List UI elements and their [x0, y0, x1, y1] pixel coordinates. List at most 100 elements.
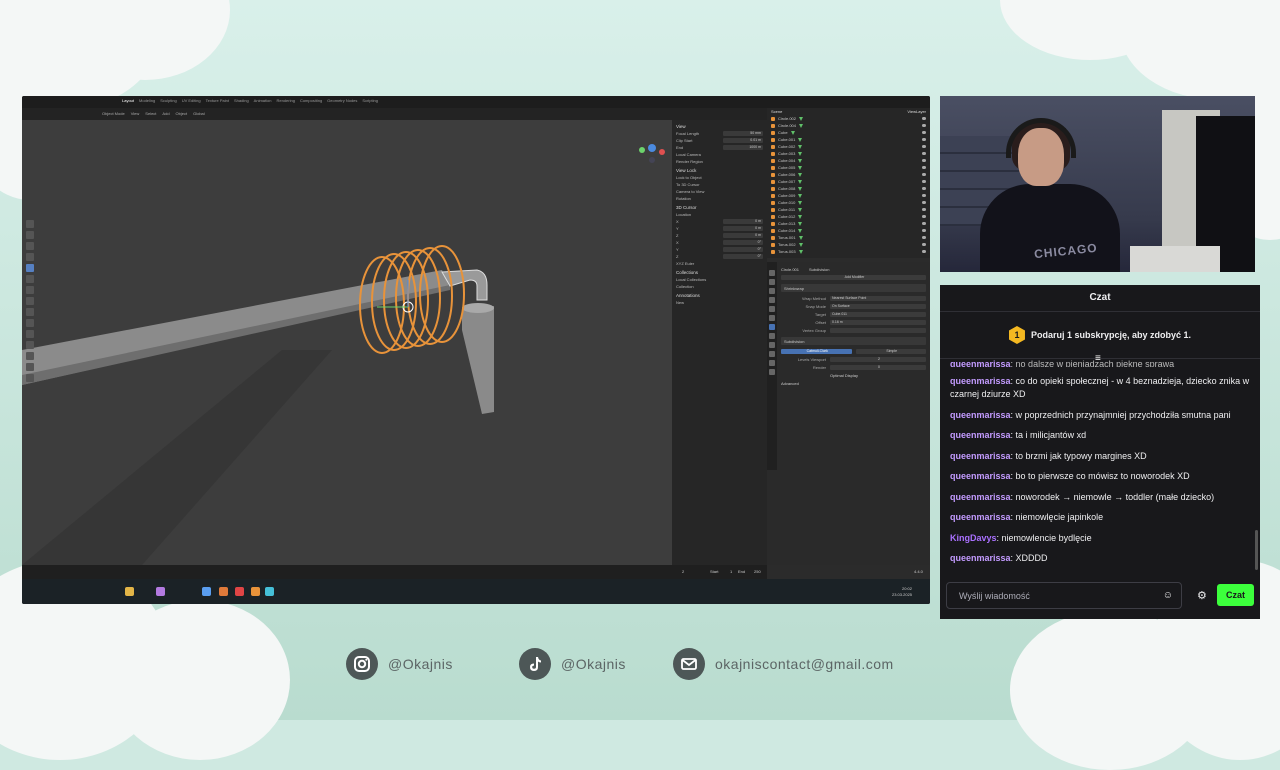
constraints-props-icon[interactable]: [769, 351, 775, 357]
add-menu[interactable]: Add: [162, 111, 169, 116]
chat-scrollbar[interactable]: [1255, 530, 1258, 570]
clip-start-row[interactable]: Clip Start 0.01 m: [676, 137, 763, 143]
outliner-item[interactable]: Cube.005: [771, 164, 926, 171]
material-props-icon[interactable]: [769, 369, 775, 375]
physics-props-icon[interactable]: [769, 342, 775, 348]
visibility-icon[interactable]: [922, 159, 926, 162]
extrude-tool-icon[interactable]: [26, 308, 34, 316]
visibility-icon[interactable]: [922, 173, 926, 176]
outliner-item[interactable]: Cube.012: [771, 213, 926, 220]
start-frame-value[interactable]: 1: [730, 569, 732, 574]
tab-modeling[interactable]: Modeling: [139, 98, 155, 103]
current-frame[interactable]: 2: [682, 569, 684, 574]
tab-scripting[interactable]: Scripting: [362, 98, 378, 103]
tab-sculpting[interactable]: Sculpting: [160, 98, 176, 103]
bevel-tool-icon[interactable]: [26, 330, 34, 338]
local-collections-checkbox[interactable]: Local Collections: [676, 276, 763, 282]
measure-tool-icon[interactable]: [26, 297, 34, 305]
outliner-item[interactable]: Cube.014: [771, 227, 926, 234]
outliner-item[interactable]: Torus.001: [771, 234, 926, 241]
visibility-icon[interactable]: [922, 131, 926, 134]
tab-layout[interactable]: Layout: [122, 98, 134, 103]
annotate-tool-icon[interactable]: [26, 286, 34, 294]
outliner-item[interactable]: Torus.003: [771, 248, 926, 255]
chat-username[interactable]: queenmarissa: [950, 451, 1011, 461]
outliner-item[interactable]: Cube.010: [771, 199, 926, 206]
spin-tool-icon[interactable]: [26, 363, 34, 371]
lock-rotation-checkbox[interactable]: Rotation: [676, 195, 763, 201]
emoji-icon[interactable]: ☺: [1163, 590, 1173, 601]
outliner-item[interactable]: Cube.004: [771, 157, 926, 164]
object-props-icon[interactable]: [769, 315, 775, 321]
offset-row[interactable]: Offset 0.16 m: [781, 319, 926, 326]
app-icon[interactable]: [235, 587, 244, 596]
chat-username[interactable]: queenmarissa: [950, 376, 1011, 386]
transform-tool-icon[interactable]: [26, 275, 34, 283]
chat-username[interactable]: queenmarissa: [950, 410, 1011, 420]
visibility-icon[interactable]: [922, 229, 926, 232]
visibility-icon[interactable]: [922, 250, 926, 253]
tab-texture-paint[interactable]: Texture Paint: [206, 98, 229, 103]
modifier-props-icon[interactable]: [769, 324, 775, 330]
visibility-icon[interactable]: [922, 215, 926, 218]
move-tool-icon[interactable]: [26, 242, 34, 250]
visibility-icon[interactable]: [922, 194, 926, 197]
output-props-icon[interactable]: [769, 288, 775, 294]
object-menu[interactable]: Object: [176, 111, 188, 116]
lock-to-object-row[interactable]: Lock to Object: [676, 174, 763, 180]
cursor-rotation-y-row[interactable]: Y 0°: [676, 246, 763, 252]
outliner-item[interactable]: Cube.001: [771, 136, 926, 143]
visibility-icon[interactable]: [922, 138, 926, 141]
visibility-icon[interactable]: [922, 117, 926, 120]
render-props-icon[interactable]: [769, 279, 775, 285]
visibility-icon[interactable]: [922, 124, 926, 127]
3d-viewport[interactable]: [22, 120, 672, 565]
visibility-icon[interactable]: [922, 145, 926, 148]
outliner-item[interactable]: Cube.009: [771, 192, 926, 199]
outliner-item[interactable]: Cube.006: [771, 171, 926, 178]
visibility-icon[interactable]: [922, 152, 926, 155]
chat-input[interactable]: Wyślij wiadomość ☺: [946, 582, 1182, 609]
app-icon[interactable]: [265, 587, 274, 596]
outliner-item[interactable]: Cube.013: [771, 220, 926, 227]
select-tool-icon[interactable]: [26, 220, 34, 228]
chat-username[interactable]: KingDavys: [950, 533, 997, 543]
outliner-item[interactable]: Cube: [771, 129, 926, 136]
gear-icon[interactable]: ⚙: [1197, 589, 1207, 602]
visibility-icon[interactable]: [922, 236, 926, 239]
levels-viewport-row[interactable]: Levels Viewport 2: [781, 356, 926, 363]
data-props-icon[interactable]: [769, 360, 775, 366]
target-row[interactable]: Target Cube.011: [781, 311, 926, 318]
smooth-tool-icon[interactable]: [26, 374, 34, 382]
lock-to-cursor-checkbox[interactable]: To 3D Cursor: [676, 181, 763, 187]
clip-end-value[interactable]: 1000 m: [723, 144, 763, 150]
tab-animation[interactable]: Animation: [254, 98, 272, 103]
chat-username[interactable]: queenmarissa: [950, 471, 1011, 481]
visibility-icon[interactable]: [922, 166, 926, 169]
app-icon[interactable]: [156, 587, 165, 596]
outliner-item[interactable]: Torus.002: [771, 241, 926, 248]
visibility-icon[interactable]: [922, 243, 926, 246]
end-frame-value[interactable]: 250: [754, 569, 761, 574]
focal-length-value[interactable]: 50 mm: [723, 130, 763, 136]
snap-mode-row[interactable]: Snap Mode On Surface: [781, 303, 926, 310]
world-props-icon[interactable]: [769, 306, 775, 312]
cursor-z-row[interactable]: Z 0 m: [676, 232, 763, 238]
loopcut-tool-icon[interactable]: [26, 341, 34, 349]
euler-mode-select[interactable]: XYZ Euler: [676, 260, 763, 266]
render-region-checkbox[interactable]: Render Region: [676, 158, 763, 164]
outliner-item[interactable]: Cube.003: [771, 150, 926, 157]
cursor-tool-icon[interactable]: [26, 231, 34, 239]
cursor-rotation-z-row[interactable]: Z 0°: [676, 253, 763, 259]
select-menu[interactable]: Select: [145, 111, 156, 116]
add-modifier-button[interactable]: Add Modifier: [781, 274, 926, 281]
app-icon[interactable]: [202, 587, 211, 596]
tab-rendering[interactable]: Rendering: [276, 98, 294, 103]
tool-props-icon[interactable]: [769, 270, 775, 276]
clip-start-value[interactable]: 0.01 m: [723, 137, 763, 143]
visibility-icon[interactable]: [922, 201, 926, 204]
wrap-method-row[interactable]: Wrap Method Nearest Surface Point: [781, 295, 926, 302]
cursor-rotation-x-row[interactable]: X 0°: [676, 239, 763, 245]
mode-select[interactable]: Object Mode: [102, 111, 125, 116]
tab-geometry-nodes[interactable]: Geometry Nodes: [327, 98, 357, 103]
